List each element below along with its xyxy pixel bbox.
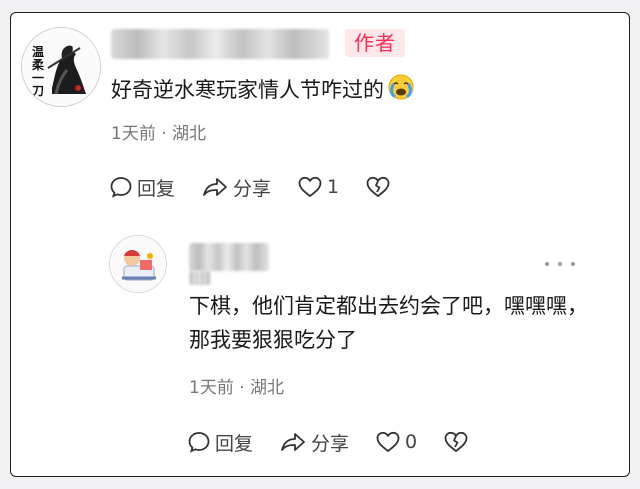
- like-count: 1: [327, 176, 340, 198]
- reply-label: 回复: [137, 177, 176, 200]
- more-options-button[interactable]: [545, 259, 575, 269]
- broken-heart-icon: [444, 431, 468, 453]
- dislike-button[interactable]: [365, 175, 391, 199]
- share-label: 分享: [233, 177, 272, 200]
- like-count: 0: [405, 431, 418, 453]
- heart-icon: [298, 176, 322, 198]
- meta-separator: ·: [239, 378, 245, 398]
- meta-separator: ·: [161, 124, 167, 144]
- avatar-calligraphy: 温柔一刀: [32, 45, 45, 98]
- share-button[interactable]: 分享: [201, 174, 271, 201]
- comment-card: 温柔一刀 作者 好奇逆水寒玩家情人节咋过的 1天前 · 湖北 回复 分享 1 下…: [10, 12, 630, 477]
- reply-meta: 1天前 · 湖北: [189, 373, 284, 398]
- reply-text: 下棋，他们肯定都出去约会了吧，嘿嘿嘿，那我要狠狠吃分了: [189, 294, 588, 352]
- speech-bubble-icon: [110, 177, 132, 198]
- heart-icon: [376, 431, 400, 453]
- comment-meta: 1天前 · 湖北: [111, 119, 206, 144]
- reply-label: 回复: [215, 432, 254, 455]
- reply-time: 1天前: [189, 378, 234, 398]
- reply-avatar[interactable]: [109, 235, 167, 293]
- comment-body: 好奇逆水寒玩家情人节咋过的: [111, 78, 384, 102]
- speech-bubble-icon: [188, 432, 210, 453]
- share-arrow-icon: [203, 178, 227, 196]
- comment-text: 好奇逆水寒玩家情人节咋过的: [111, 73, 611, 110]
- comment-actions: 回复 分享 1: [109, 172, 417, 202]
- share-button[interactable]: 分享: [279, 429, 349, 456]
- reply-button[interactable]: 回复: [187, 429, 253, 456]
- blurred-reply-username: [189, 243, 269, 271]
- like-button[interactable]: 1: [297, 175, 339, 199]
- reply-location: 湖北: [250, 378, 285, 398]
- blurred-username: [111, 29, 329, 59]
- cartoon-avatar-image: [111, 237, 165, 291]
- more-dot-icon: [571, 262, 575, 266]
- crying-face-emoji-icon: [388, 74, 414, 110]
- blurred-reply-username-suffix: [189, 271, 211, 285]
- share-arrow-icon: [281, 433, 305, 451]
- comment-location: 湖北: [172, 124, 207, 144]
- broken-heart-icon: [366, 176, 390, 198]
- reply-actions: 回复 分享 0: [187, 427, 495, 457]
- author-avatar[interactable]: 温柔一刀: [21, 27, 101, 107]
- like-button[interactable]: 0: [375, 430, 417, 454]
- dislike-button[interactable]: [443, 430, 469, 454]
- author-tag-badge: 作者: [345, 29, 405, 57]
- share-label: 分享: [311, 432, 350, 455]
- more-dot-icon: [558, 262, 562, 266]
- comment-time: 1天前: [111, 124, 156, 144]
- reply-button[interactable]: 回复: [109, 174, 175, 201]
- more-dot-icon: [545, 262, 549, 266]
